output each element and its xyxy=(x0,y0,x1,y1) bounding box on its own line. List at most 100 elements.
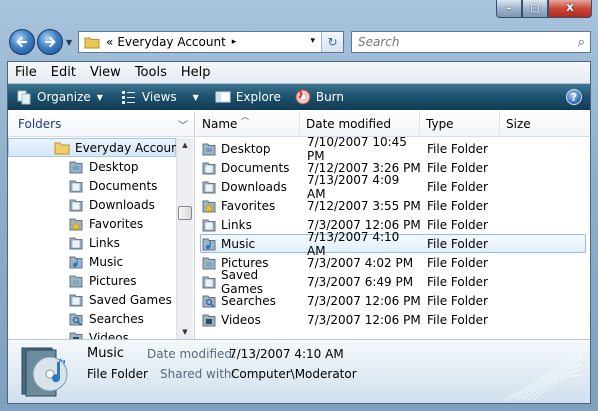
cell-date-modified: 7/3/2007 4:02 PM xyxy=(307,255,414,270)
forward-button[interactable] xyxy=(37,29,63,55)
row-name: Videos xyxy=(221,312,261,327)
cell-name: Favorites xyxy=(201,198,301,214)
address-overflow[interactable]: « xyxy=(106,35,113,49)
cell-date-modified: 7/12/2007 3:55 PM xyxy=(307,198,421,213)
file-row-videos[interactable]: Videos 7/3/2007 12:06 PM File Folder xyxy=(200,310,586,329)
details-shared-label: Shared with: xyxy=(160,367,236,381)
burn-button[interactable]: Burn xyxy=(295,86,344,108)
cell-type: File Folder xyxy=(427,293,488,308)
cell-type: File Folder xyxy=(427,255,488,270)
tree-item-downloads[interactable]: Downloads xyxy=(8,195,176,214)
details-shared-value: Computer\Moderator xyxy=(231,367,357,381)
tree-item-label: Saved Games xyxy=(89,292,172,307)
collapse-chevron-icon[interactable]: ﹀ xyxy=(178,117,188,132)
cell-name: Links xyxy=(201,217,301,233)
views-button[interactable]: Views ▼ xyxy=(121,86,199,108)
organize-button[interactable]: Organize ▼ xyxy=(16,86,103,108)
file-list: ︿ Name Date modified Type Size Desktop 7/… xyxy=(196,111,590,339)
minimize-button[interactable]: – xyxy=(496,0,522,18)
cell-name: Desktop xyxy=(201,141,301,157)
cell-type: File Folder xyxy=(427,141,488,156)
close-button[interactable]: X xyxy=(548,0,592,18)
music-folder-icon xyxy=(201,236,217,252)
help-button[interactable]: ? xyxy=(566,89,582,105)
explore-icon xyxy=(215,89,231,105)
file-row-favorites[interactable]: Favorites 7/12/2007 3:55 PM File Folder xyxy=(200,196,586,215)
recent-pages-dropdown[interactable]: ▼ xyxy=(66,38,74,47)
back-button[interactable] xyxy=(9,29,35,55)
column-type[interactable]: Type xyxy=(420,111,500,137)
documents-folder-icon xyxy=(68,178,84,194)
search-input[interactable] xyxy=(358,35,558,49)
row-name: Saved Games xyxy=(221,267,263,296)
menu-file[interactable]: File xyxy=(8,65,44,80)
breadcrumb-everyday-account[interactable]: Everyday Account xyxy=(117,35,225,49)
cell-type: File Folder xyxy=(427,312,488,327)
file-row-downloads[interactable]: Downloads 7/13/2007 4:09 AM File Folder xyxy=(200,173,586,201)
row-name: Downloads xyxy=(221,179,287,194)
scroll-down-arrow-icon[interactable]: ▼ xyxy=(177,325,193,339)
organize-label: Organize xyxy=(37,90,91,104)
views-dropdown-icon: ▼ xyxy=(192,92,199,102)
menu-help[interactable]: Help xyxy=(174,65,218,80)
tree-item-links[interactable]: Links xyxy=(8,233,176,252)
pictures-folder-icon xyxy=(68,273,84,289)
cell-date-modified: 7/13/2007 4:10 AM xyxy=(307,229,400,258)
refresh-button[interactable]: ↻ xyxy=(321,32,343,52)
navpane-scrollbar[interactable]: ▲ ▼ xyxy=(176,138,193,339)
file-rows: Desktop 7/10/2007 10:45 PM File Folder Docu… xyxy=(196,135,590,329)
maximize-button[interactable]: □ xyxy=(522,0,548,18)
row-name: Music xyxy=(221,236,256,251)
scroll-thumb[interactable] xyxy=(178,206,192,220)
organize-icon xyxy=(16,89,32,105)
breadcrumb-chevron-icon[interactable]: ▸ xyxy=(232,37,237,47)
address-bar[interactable]: « Everyday Account ▸ ▾ ↻ xyxy=(78,31,344,53)
tree-item-desktop[interactable]: Desktop xyxy=(8,157,176,176)
tree-item-videos[interactable]: Videos xyxy=(8,328,176,339)
desktop-folder-icon xyxy=(201,141,217,157)
tree-item-searches[interactable]: Searches xyxy=(8,309,176,328)
organize-dropdown-icon: ▼ xyxy=(96,92,103,102)
menu-bar: File Edit View Tools Help xyxy=(8,62,590,84)
folders-header[interactable]: Folders ﹀ xyxy=(8,111,194,137)
search-box[interactable]: ⌕ xyxy=(351,31,591,53)
videos-folder-icon xyxy=(201,312,217,328)
scroll-up-arrow-icon[interactable]: ▲ xyxy=(177,138,193,152)
saved-games-folder-icon xyxy=(68,292,84,308)
tree-item-pictures[interactable]: Pictures xyxy=(8,271,176,290)
cell-name: Documents xyxy=(201,160,301,176)
decorative-swoosh xyxy=(503,345,583,401)
views-label: Views xyxy=(141,90,177,104)
refresh-icon: ↻ xyxy=(327,35,338,49)
file-row-desktop[interactable]: Desktop 7/10/2007 10:45 PM File Folder xyxy=(200,135,586,163)
menu-edit[interactable]: Edit xyxy=(44,65,83,80)
file-row-music[interactable]: Music 7/13/2007 4:10 AM File Folder xyxy=(200,230,586,258)
cell-name: Videos xyxy=(201,312,301,328)
tree-item-music[interactable]: Music xyxy=(8,252,176,271)
tree-item-saved-games[interactable]: Saved Games xyxy=(8,290,176,309)
music-folder-large-icon xyxy=(21,347,68,397)
cell-name: Music xyxy=(201,236,301,252)
tree-item-favorites[interactable]: Favorites xyxy=(8,214,176,233)
tree-item-label: Downloads xyxy=(89,197,155,212)
column-date-modified[interactable]: Date modified xyxy=(300,111,420,137)
details-type: File Folder xyxy=(87,367,148,381)
column-size[interactable]: Size xyxy=(500,111,590,137)
search-icon[interactable]: ⌕ xyxy=(578,35,585,50)
file-row-searches[interactable]: Searches 7/3/2007 12:06 PM File Folder xyxy=(200,291,586,310)
user-folder-icon xyxy=(54,140,70,156)
downloads-folder-icon xyxy=(68,197,84,213)
tree-item-everyday-account[interactable]: Everyday Account xyxy=(8,138,176,157)
explore-label: Explore xyxy=(235,90,281,104)
address-dropdown-icon[interactable]: ▾ xyxy=(310,36,315,46)
menu-view[interactable]: View xyxy=(83,65,128,80)
file-row-saved-games[interactable]: Saved Games 7/3/2007 6:49 PM File Folder xyxy=(200,268,586,296)
links-folder-icon xyxy=(68,235,84,251)
menu-tools[interactable]: Tools xyxy=(128,65,174,80)
explore-button[interactable]: Explore xyxy=(215,86,281,108)
cell-date-modified: 7/3/2007 12:06 PM xyxy=(307,312,421,327)
tree-item-label: Desktop xyxy=(89,159,139,174)
tree-item-documents[interactable]: Documents xyxy=(8,176,176,195)
tree-item-label: Links xyxy=(89,235,120,250)
cell-name: Searches xyxy=(201,293,301,309)
